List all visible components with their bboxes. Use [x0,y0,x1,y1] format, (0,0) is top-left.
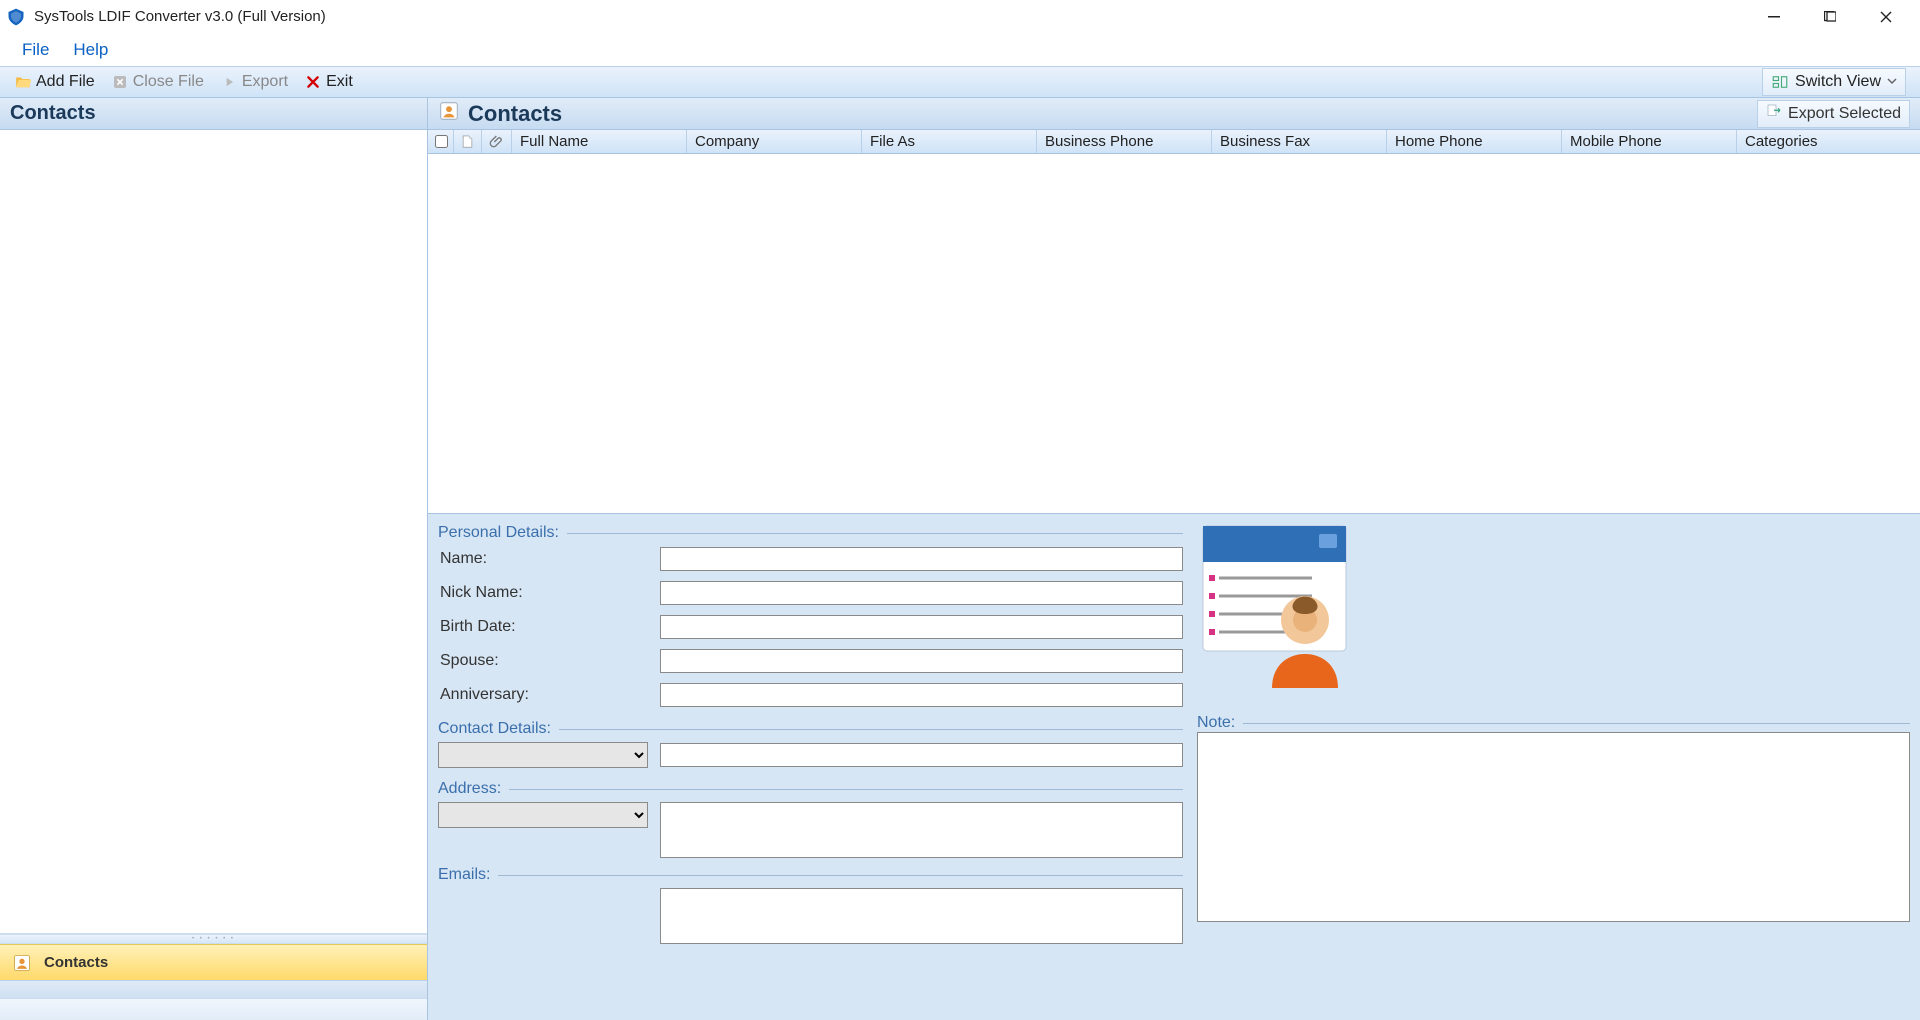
left-spacer [0,998,427,1020]
input-emails[interactable] [660,888,1183,944]
col-categories[interactable]: Categories [1737,130,1920,153]
close-button[interactable] [1858,0,1914,34]
group-contact: Contact Details: [438,720,1183,738]
switch-view-button[interactable]: Switch View [1762,68,1906,96]
col-full-name[interactable]: Full Name [512,130,687,153]
folder-open-icon [14,73,32,91]
col-business-phone[interactable]: Business Phone [1037,130,1212,153]
input-anniversary[interactable] [660,683,1183,707]
menu-help[interactable]: Help [61,36,120,64]
export-selected-button[interactable]: Export Selected [1757,100,1910,128]
left-pane-title: Contacts [0,98,427,130]
col-company[interactable]: Company [687,130,862,153]
titlebar: SysTools LDIF Converter v3.0 (Full Versi… [0,0,1920,34]
details-panel: Personal Details: Name: Nick Name: Birth… [428,514,1920,1020]
export-label: Export [242,73,288,91]
left-pane: Contacts • • • • • • Contacts [0,98,428,1020]
input-contact-value[interactable] [660,743,1183,767]
contact-card-image [1197,520,1352,690]
file-icon-column[interactable] [454,130,482,153]
label-name: Name: [438,550,660,568]
export-icon [220,73,238,91]
attachment-icon-column[interactable] [482,130,512,153]
group-personal: Personal Details: [438,524,1183,542]
app-icon [6,7,26,27]
minimize-button[interactable] [1746,0,1802,34]
left-spacer [0,980,427,998]
col-mobile-phone[interactable]: Mobile Phone [1562,130,1737,153]
toolbar: Add File Close File Export Exit Switch V… [0,66,1920,98]
label-birth: Birth Date: [438,618,660,636]
select-all-checkbox[interactable] [435,135,448,148]
right-pane: Contacts Export Selected Full Name Compa… [428,98,1920,1020]
add-file-label: Add File [36,73,95,91]
export-button[interactable]: Export [212,67,296,97]
col-home-phone[interactable]: Home Phone [1387,130,1562,153]
contacts-icon [438,100,460,128]
input-note[interactable] [1197,732,1910,922]
menubar: File Help [0,34,1920,66]
folder-tree[interactable] [0,130,427,934]
menu-file[interactable]: File [10,36,61,64]
category-contacts[interactable]: Contacts [0,944,427,980]
export-selected-icon [1766,103,1782,124]
input-name[interactable] [660,547,1183,571]
input-nickname[interactable] [660,581,1183,605]
exit-label: Exit [326,73,353,91]
exit-button[interactable]: Exit [296,67,361,97]
label-spouse: Spouse: [438,652,660,670]
group-address: Address: [438,780,1183,798]
group-emails: Emails: [438,866,1183,884]
contact-type-select[interactable] [438,742,648,768]
splitter-handle[interactable]: • • • • • • [0,934,427,944]
category-label: Contacts [44,954,108,971]
input-spouse[interactable] [660,649,1183,673]
close-file-button[interactable]: Close File [103,67,212,97]
window-title: SysTools LDIF Converter v3.0 (Full Versi… [34,8,1746,25]
contacts-table: Full Name Company File As Business Phone… [428,130,1920,514]
close-file-label: Close File [133,73,204,91]
contacts-header: Contacts Export Selected [428,98,1920,130]
label-nick: Nick Name: [438,584,660,602]
add-file-button[interactable]: Add File [6,67,103,97]
col-file-as[interactable]: File As [862,130,1037,153]
switch-view-label: Switch View [1795,73,1881,91]
close-file-icon [111,73,129,91]
col-business-fax[interactable]: Business Fax [1212,130,1387,153]
contact-icon [12,953,32,973]
contacts-title: Contacts [468,101,562,127]
input-address[interactable] [660,802,1183,858]
chevron-down-icon [1887,73,1897,91]
table-header: Full Name Company File As Business Phone… [428,130,1920,154]
maximize-button[interactable] [1802,0,1858,34]
export-selected-label: Export Selected [1788,105,1901,123]
label-anniversary: Anniversary: [438,686,660,704]
input-birthdate[interactable] [660,615,1183,639]
group-note: Note: [1197,714,1910,732]
address-type-select[interactable] [438,802,648,828]
switch-view-icon [1771,73,1789,91]
exit-icon [304,73,322,91]
